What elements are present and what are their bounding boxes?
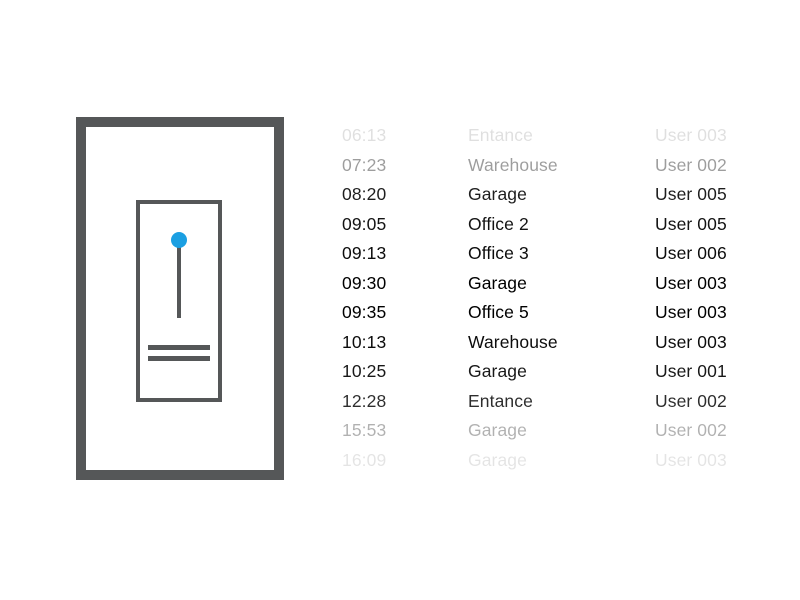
log-user: User 003 <box>655 331 727 352</box>
log-user: User 002 <box>655 390 727 411</box>
log-user: User 002 <box>655 154 727 175</box>
log-row[interactable]: 16:09 Garage User 003 <box>342 450 762 480</box>
log-location: Garage <box>468 361 527 381</box>
slider-knob-icon[interactable] <box>171 232 187 248</box>
log-row[interactable]: 10:13 Warehouse User 003 <box>342 332 762 362</box>
log-location: Entance <box>468 125 533 145</box>
log-location: Office 5 <box>468 302 529 322</box>
log-time: 10:13 <box>342 331 387 352</box>
log-row[interactable]: 09:30 Garage User 003 <box>342 273 762 303</box>
log-time: 15:53 <box>342 420 387 440</box>
log-time: 10:25 <box>342 361 387 381</box>
log-location: Office 3 <box>468 243 529 263</box>
log-user: User 006 <box>655 243 727 263</box>
log-location: Garage <box>468 272 527 293</box>
log-time: 09:13 <box>342 243 387 263</box>
log-row[interactable]: 09:13 Office 3 User 006 <box>342 243 762 273</box>
log-time: 16:09 <box>342 449 387 470</box>
log-location: Garage <box>468 184 527 204</box>
log-location: Warehouse <box>468 154 558 175</box>
log-row[interactable]: 08:20 Garage User 005 <box>342 184 762 214</box>
log-row[interactable]: 15:53 Garage User 002 <box>342 420 762 450</box>
log-user: User 005 <box>655 184 727 204</box>
log-time: 12:28 <box>342 390 387 411</box>
wall-switch-illustration <box>76 117 284 480</box>
switch-bar-lower <box>148 356 210 361</box>
access-log-list: 06:13 Entance User 003 07:23 Warehouse User 0… <box>342 125 762 485</box>
switch-rocker-bars[interactable] <box>148 345 210 361</box>
log-time: 09:35 <box>342 302 387 322</box>
log-row[interactable]: 09:05 Office 2 User 005 <box>342 214 762 244</box>
log-time: 09:05 <box>342 213 387 234</box>
log-user: User 003 <box>655 125 727 145</box>
log-location: Entance <box>468 390 533 411</box>
log-user: User 003 <box>655 449 727 470</box>
slider-track <box>177 240 181 318</box>
switch-inner-plate <box>136 200 222 402</box>
log-row[interactable]: 06:13 Entance User 003 <box>342 125 762 155</box>
log-row[interactable]: 07:23 Warehouse User 002 <box>342 155 762 185</box>
log-time: 09:30 <box>342 272 387 293</box>
log-location: Garage <box>468 420 527 440</box>
log-location: Garage <box>468 449 527 470</box>
log-user: User 001 <box>655 361 727 381</box>
switch-bar-upper <box>148 345 210 350</box>
log-user: User 005 <box>655 213 727 234</box>
log-user: User 003 <box>655 272 727 293</box>
log-location: Office 2 <box>468 213 529 234</box>
log-user: User 003 <box>655 302 727 322</box>
log-row[interactable]: 09:35 Office 5 User 003 <box>342 302 762 332</box>
log-row[interactable]: 12:28 Entance User 002 <box>342 391 762 421</box>
log-time: 06:13 <box>342 125 387 145</box>
log-location: Warehouse <box>468 331 558 352</box>
log-time: 07:23 <box>342 154 387 175</box>
log-row[interactable]: 10:25 Garage User 001 <box>342 361 762 391</box>
log-time: 08:20 <box>342 184 387 204</box>
log-user: User 002 <box>655 420 727 440</box>
